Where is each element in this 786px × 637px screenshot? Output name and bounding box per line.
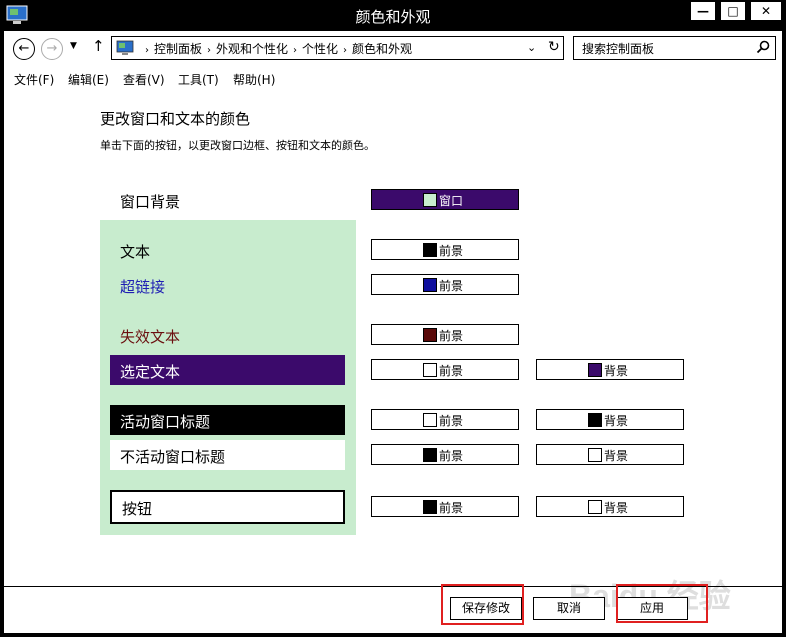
breadcrumb-separator: ›: [207, 45, 212, 56]
breadcrumb-control-panel[interactable]: 控制面板: [154, 42, 202, 56]
button-foreground-button[interactable]: 前景: [371, 496, 519, 517]
preview-text[interactable]: 文本: [120, 241, 150, 262]
disabled-foreground-label: 前景: [439, 329, 464, 343]
highlight-frame-save: [441, 584, 524, 625]
menu-help[interactable]: 帮助(H): [233, 71, 275, 88]
window-color-label: 窗口: [439, 194, 464, 208]
disabled-foreground-button[interactable]: 前景: [371, 324, 519, 345]
selected-foreground-label: 前景: [439, 364, 464, 378]
color-preview-panel: 文本 超链接 失效文本 选定文本 活动窗口标题 不活动窗口标题 按钮: [100, 220, 356, 535]
breadcrumb-personalization[interactable]: 个性化: [302, 42, 338, 56]
menu-tools[interactable]: 工具(T): [178, 71, 219, 88]
button-background-button[interactable]: 背景: [536, 496, 684, 517]
minimize-button[interactable]: —: [691, 2, 715, 20]
inactive-title-background-label: 背景: [604, 449, 629, 463]
button-background-swatch: [588, 500, 602, 514]
selected-foreground-swatch: [423, 363, 437, 377]
hyperlink-foreground-button[interactable]: 前景: [371, 274, 519, 295]
highlight-frame-apply: [616, 584, 708, 623]
preview-selected-text[interactable]: 选定文本: [110, 355, 345, 385]
page-title: 更改窗口和文本的颜色: [100, 110, 251, 128]
button-foreground-swatch: [423, 500, 437, 514]
hyperlink-foreground-swatch: [423, 278, 437, 292]
selected-background-swatch: [588, 363, 602, 377]
menu-edit[interactable]: 编辑(E): [68, 71, 109, 88]
up-button[interactable]: ↑: [92, 37, 105, 55]
page-description: 单击下面的按钮，以更改窗口边框、按钮和文本的颜色。: [100, 139, 375, 152]
title-bar: 颜色和外观 — □ ✕: [0, 0, 786, 31]
recent-pages-dropdown[interactable]: ▼: [70, 41, 77, 51]
cancel-button[interactable]: 取消: [533, 597, 605, 620]
breadcrumb-separator: ›: [145, 45, 149, 56]
breadcrumb-appearance[interactable]: 外观和个性化: [216, 42, 288, 56]
active-title-foreground-label: 前景: [439, 414, 464, 428]
search-box[interactable]: 搜索控制面板: [573, 36, 776, 60]
text-foreground-label: 前景: [439, 244, 464, 258]
window-background-label: 窗口背景: [120, 193, 181, 211]
window-color-swatch: [423, 193, 437, 207]
breadcrumb-color-appearance[interactable]: 颜色和外观: [352, 42, 412, 56]
preview-disabled-text[interactable]: 失效文本: [120, 326, 180, 347]
hyperlink-foreground-label: 前景: [439, 279, 464, 293]
active-title-background-button[interactable]: 背景: [536, 409, 684, 430]
button-background-label: 背景: [604, 501, 629, 515]
back-button[interactable]: ←: [13, 38, 35, 60]
search-input[interactable]: 搜索控制面板: [582, 40, 654, 57]
menu-view[interactable]: 查看(V): [123, 71, 165, 88]
inactive-title-foreground-button[interactable]: 前景: [371, 444, 519, 465]
client-area: ← → ▼ ↑ › 控制面板 › 外观和个性化 › 个性化 › 颜色和外观 ⌄ ↻ 搜索控制面…: [4, 31, 782, 633]
selected-background-button[interactable]: 背景: [536, 359, 684, 380]
window-color-button[interactable]: 窗口: [371, 189, 519, 210]
text-foreground-swatch: [423, 243, 437, 257]
breadcrumb-separator: ›: [293, 45, 298, 56]
active-title-background-swatch: [588, 413, 602, 427]
control-panel-icon: [116, 40, 134, 55]
preview-button[interactable]: 按钮: [110, 490, 345, 524]
preview-active-title[interactable]: 活动窗口标题: [110, 405, 345, 435]
address-bar[interactable]: › 控制面板 › 外观和个性化 › 个性化 › 颜色和外观 ⌄ ↻: [111, 36, 564, 60]
menu-bar: 文件(F) 编辑(E) 查看(V) 工具(T) 帮助(H): [4, 69, 782, 89]
inactive-title-background-button[interactable]: 背景: [536, 444, 684, 465]
menu-file[interactable]: 文件(F): [14, 71, 54, 88]
active-title-foreground-button[interactable]: 前景: [371, 409, 519, 430]
breadcrumb-separator: ›: [343, 45, 348, 56]
active-title-foreground-swatch: [423, 413, 437, 427]
text-foreground-button[interactable]: 前景: [371, 239, 519, 260]
address-dropdown-icon[interactable]: ⌄: [527, 41, 536, 54]
window: 颜色和外观 — □ ✕ ← → ▼ ↑ › 控制面板 › 外观和个性化 › 个性化 › 颜色和…: [0, 0, 786, 637]
forward-button[interactable]: →: [41, 38, 63, 60]
inactive-title-background-swatch: [588, 448, 602, 462]
inactive-title-foreground-label: 前景: [439, 449, 464, 463]
refresh-icon[interactable]: ↻: [548, 39, 560, 55]
active-title-background-label: 背景: [604, 414, 629, 428]
close-button[interactable]: ✕: [751, 2, 781, 20]
search-icon[interactable]: [756, 40, 770, 54]
disabled-foreground-swatch: [423, 328, 437, 342]
selected-foreground-button[interactable]: 前景: [371, 359, 519, 380]
maximize-button[interactable]: □: [721, 2, 745, 20]
selected-background-label: 背景: [604, 364, 629, 378]
breadcrumb: › 控制面板 › 外观和个性化 › 个性化 › 颜色和外观: [140, 40, 412, 57]
preview-inactive-title[interactable]: 不活动窗口标题: [110, 440, 345, 470]
inactive-title-foreground-swatch: [423, 448, 437, 462]
window-title: 颜色和外观: [355, 8, 431, 26]
preview-hyperlink[interactable]: 超链接: [120, 276, 165, 297]
button-foreground-label: 前景: [439, 501, 464, 515]
